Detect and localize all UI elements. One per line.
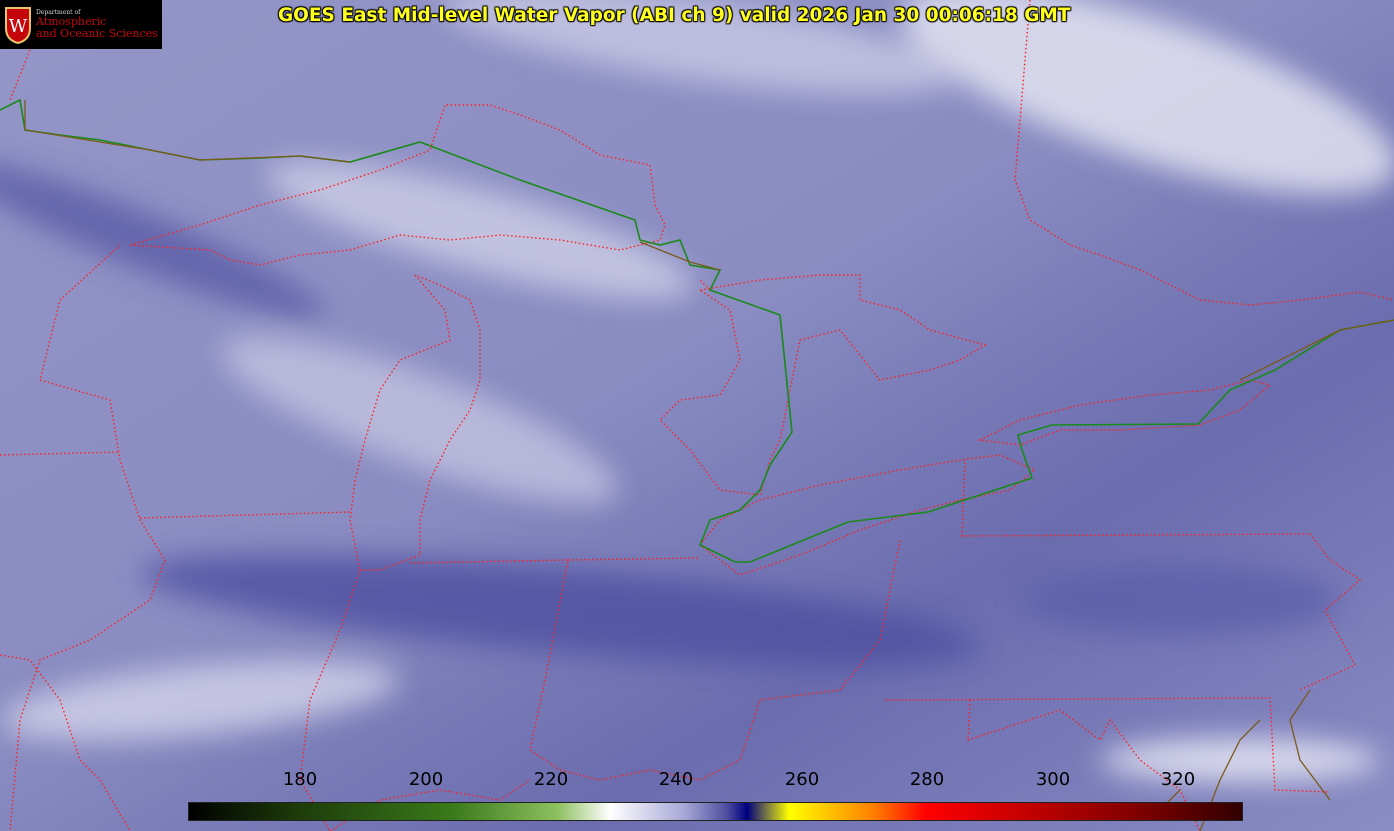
logo-line2: and Oceanic Sciences [36, 26, 158, 40]
water-vapor-map [0, 0, 1394, 831]
colorbar-tick-label: 280 [909, 769, 945, 790]
uw-aos-logo[interactable]: W Department of Atmospheric and Oceanic … [0, 0, 162, 49]
logo-text: Department of Atmospheric and Oceanic Sc… [36, 9, 158, 40]
colorbar-tick-label: 200 [408, 769, 444, 790]
colorbar-tick-label: 260 [784, 769, 820, 790]
logo-line1: Atmospheric [36, 15, 107, 29]
colorbar [188, 802, 1243, 821]
colorbar-tick-label: 300 [1035, 769, 1071, 790]
uw-shield-icon: W [5, 6, 31, 44]
colorbar-tick-label: 180 [282, 769, 318, 790]
image-title: GOES East Mid-level Water Vapor (ABI ch … [278, 5, 1071, 26]
colorbar-tick-label: 320 [1160, 769, 1196, 790]
colorbar-tick-label: 220 [533, 769, 569, 790]
shield-letter: W [9, 16, 28, 37]
colorbar-tick-label: 240 [658, 769, 694, 790]
